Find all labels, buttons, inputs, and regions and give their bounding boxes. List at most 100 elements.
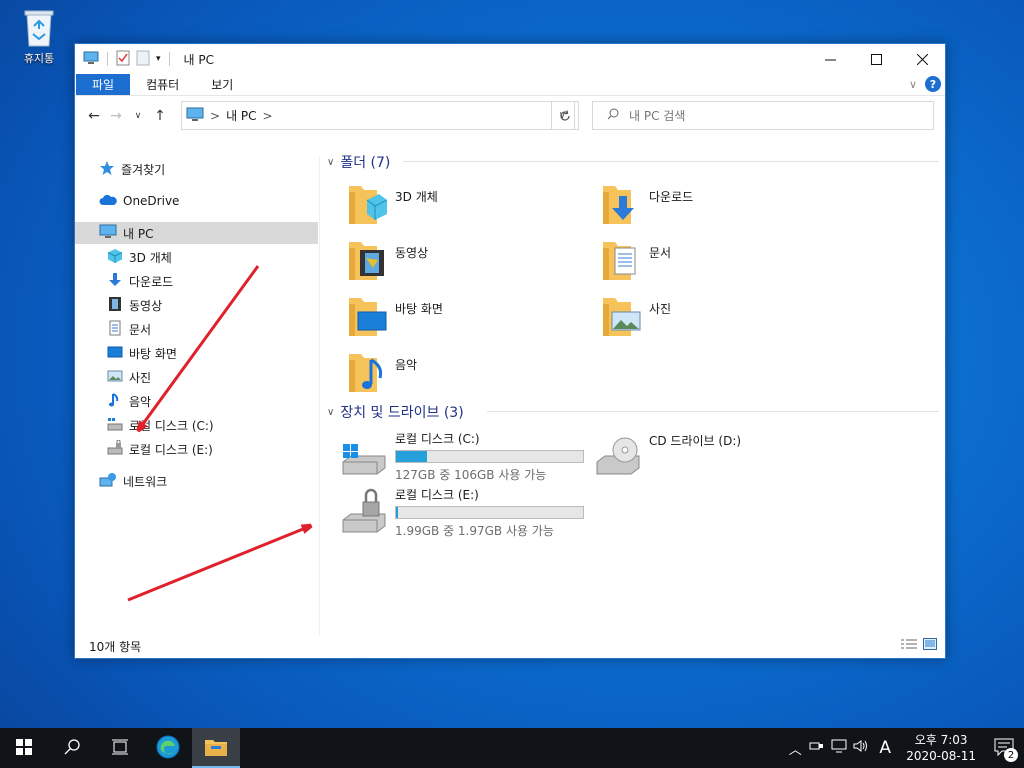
sidebar-item-drive-e[interactable]: 로컬 디스크 (E:) <box>107 438 213 460</box>
new-folder-icon[interactable] <box>136 50 150 69</box>
expand-ribbon-icon[interactable]: ∨ <box>909 78 917 91</box>
recycle-bin-desktop-icon[interactable]: 휴지통 <box>10 8 68 66</box>
download-icon <box>107 272 123 291</box>
drive-e-usage-bar <box>395 506 584 519</box>
folder-item-documents[interactable]: 문서 <box>601 238 671 285</box>
document-icon <box>107 320 123 339</box>
breadcrumb-pc[interactable]: 내 PC <box>226 107 256 124</box>
help-icon[interactable]: ? <box>925 76 941 92</box>
cd-drive-icon <box>595 436 641 479</box>
status-bar: 10개 항목 <box>75 634 945 658</box>
show-hidden-icons-icon[interactable]: ︿ <box>784 739 806 758</box>
drive-item-c[interactable]: 로컬 디스크 (C:) 127GB 중 106GB 사용 가능 <box>341 430 584 483</box>
maximize-button[interactable] <box>853 44 899 74</box>
folder-item-music[interactable]: 음악 <box>347 350 417 397</box>
recycle-bin-icon <box>22 8 56 48</box>
pc-icon <box>83 51 99 68</box>
sidebar-item-label: 다운로드 <box>129 274 174 289</box>
sidebar-item-documents[interactable]: 문서 <box>107 318 151 340</box>
sidebar-item-label: 바탕 화면 <box>129 346 177 361</box>
search-button[interactable] <box>48 728 96 768</box>
tab-computer[interactable]: 컴퓨터 <box>130 74 195 95</box>
sidebar-item-label: 즐겨찾기 <box>121 162 166 177</box>
folder-item-desktop[interactable]: 바탕 화면 <box>347 294 443 341</box>
task-view-button[interactable] <box>96 728 144 768</box>
sidebar-item-onedrive[interactable]: OneDrive <box>99 190 299 212</box>
video-icon <box>107 296 123 315</box>
folder-music-icon <box>347 350 387 397</box>
folder-item-pictures[interactable]: 사진 <box>601 294 671 341</box>
folder-item-videos[interactable]: 동영상 <box>347 238 428 285</box>
devices-group-header[interactable]: ∨ 장치 및 드라이브 (3) <box>327 402 464 422</box>
sidebar-item-label: OneDrive <box>123 194 180 208</box>
search-icon <box>64 738 80 758</box>
folders-header-label: 폴더 (7) <box>340 155 391 171</box>
sidebar-item-desktop[interactable]: 바탕 화면 <box>107 342 177 364</box>
folder-label: 사진 <box>649 302 672 316</box>
cube-icon <box>107 248 123 267</box>
ribbon-tabs: 파일 컴퓨터 보기 ∨ ? <box>75 74 945 96</box>
clock-date: 2020-08-11 <box>906 749 976 763</box>
explorer-window: ▾ 내 PC 파일 컴퓨터 보기 ∨ ? ← → ∨ ↑ > 내 PC > ∨ … <box>74 43 946 659</box>
collapse-chevron-icon: ∨ <box>327 156 335 168</box>
drive-c-free-text: 127GB 중 106GB 사용 가능 <box>395 468 547 482</box>
forward-button[interactable]: → <box>105 108 127 124</box>
drive-c-label: 로컬 디스크 (C:) <box>395 432 480 446</box>
sidebar-item-drive-c[interactable]: 로컬 디스크 (C:) <box>107 414 214 436</box>
volume-icon[interactable] <box>850 739 872 757</box>
clock[interactable]: 오후 7:03 2020-08-11 <box>898 732 984 764</box>
up-button[interactable]: ↑ <box>149 108 171 124</box>
sidebar-item-favorites[interactable]: 즐겨찾기 <box>99 158 299 180</box>
title-bar[interactable]: ▾ 내 PC <box>75 44 945 74</box>
clock-time: 오후 7:03 <box>914 733 968 747</box>
folder-label: 음악 <box>395 358 418 372</box>
folder-item-downloads[interactable]: 다운로드 <box>601 182 693 229</box>
drive-c-usage-fill <box>396 451 427 462</box>
large-icons-view-icon[interactable] <box>923 638 937 653</box>
minimize-button[interactable] <box>807 44 853 74</box>
usb-device-icon[interactable] <box>806 739 828 757</box>
drive-e-label: 로컬 디스크 (E:) <box>395 488 479 502</box>
sidebar-item-downloads[interactable]: 다운로드 <box>107 270 173 292</box>
folder-item-3d-objects[interactable]: 3D 개체 <box>347 182 438 229</box>
sidebar-item-label: 네트워크 <box>123 474 168 489</box>
devices-header-label: 장치 및 드라이브 (3) <box>340 405 464 421</box>
folders-group-header[interactable]: ∨ 폴더 (7) <box>327 152 390 172</box>
start-button[interactable] <box>0 728 48 768</box>
folder-label: 다운로드 <box>649 190 694 204</box>
pane-divider[interactable] <box>319 156 320 636</box>
search-box[interactable]: 내 PC 검색 <box>592 101 934 130</box>
sidebar-item-videos[interactable]: 동영상 <box>107 294 162 316</box>
taskbar: ︿ A 오후 7:03 2020-08-11 2 <box>0 728 1024 768</box>
sidebar-item-this-pc[interactable]: 내 PC <box>75 222 318 244</box>
drive-item-e[interactable]: 로컬 디스크 (E:) 1.99GB 중 1.97GB 사용 가능 <box>341 486 584 539</box>
drive-item-d[interactable]: CD 드라이브 (D:) <box>595 430 741 479</box>
breadcrumb-separator[interactable]: > <box>263 109 273 123</box>
sidebar-item-pictures[interactable]: 사진 <box>107 366 151 388</box>
close-button[interactable] <box>899 44 945 74</box>
back-button[interactable]: ← <box>83 108 105 124</box>
action-center-button[interactable]: 2 <box>984 728 1024 768</box>
sidebar-item-music[interactable]: 음악 <box>107 390 151 412</box>
address-bar[interactable]: > 내 PC > ∨ <box>181 101 575 130</box>
sidebar-item-3d-objects[interactable]: 3D 개체 <box>107 246 172 268</box>
recent-locations-button[interactable]: ∨ <box>127 111 149 121</box>
folder-label: 문서 <box>649 246 672 260</box>
tab-file[interactable]: 파일 <box>76 74 131 95</box>
drive-d-label: CD 드라이브 (D:) <box>649 434 742 448</box>
details-view-icon[interactable] <box>901 638 917 653</box>
sidebar-item-label: 로컬 디스크 (E:) <box>129 442 213 457</box>
customize-qat-icon[interactable]: ▾ <box>156 54 161 64</box>
star-icon <box>99 160 115 179</box>
notification-count-badge: 2 <box>1004 748 1018 762</box>
refresh-button[interactable] <box>551 101 579 130</box>
edge-button[interactable] <box>144 728 192 768</box>
properties-icon[interactable] <box>116 50 130 69</box>
file-explorer-button[interactable] <box>192 728 240 768</box>
sidebar-item-network[interactable]: 네트워크 <box>99 470 167 492</box>
tab-view[interactable]: 보기 <box>195 74 249 95</box>
ime-indicator[interactable]: A <box>872 738 898 758</box>
sidebar-item-label: 내 PC <box>123 226 154 241</box>
network-icon[interactable] <box>828 739 850 757</box>
network-icon <box>99 472 117 491</box>
